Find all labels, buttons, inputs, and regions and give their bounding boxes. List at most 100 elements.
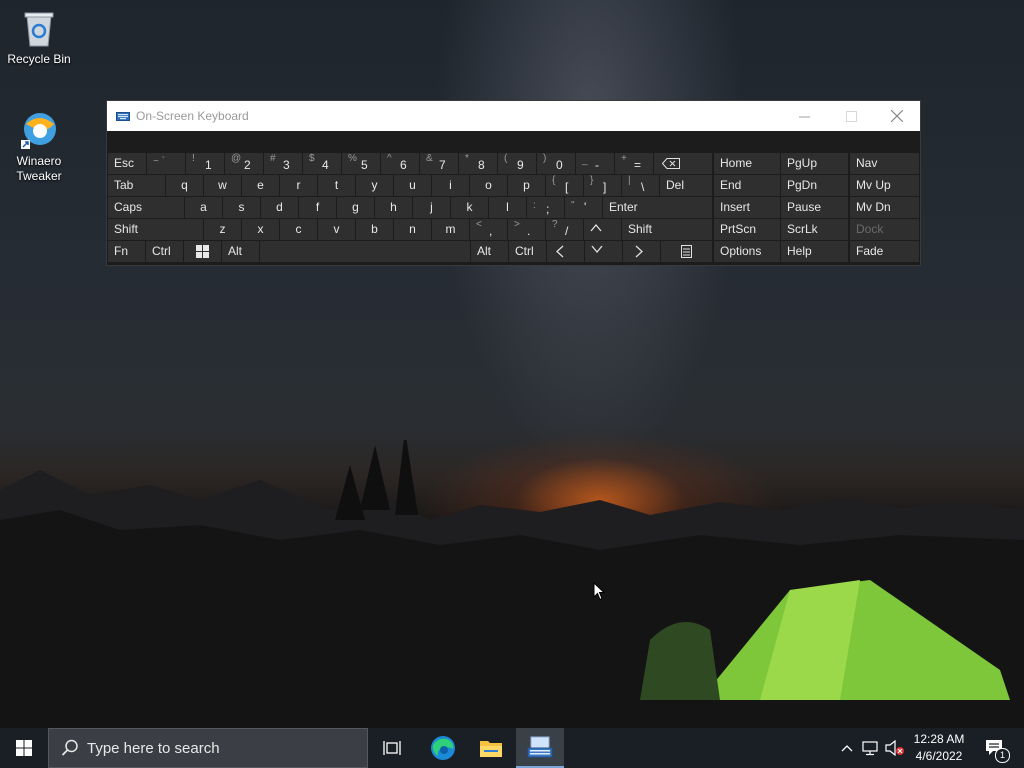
key-0[interactable]: ) 0 [537,153,575,174]
key-3[interactable]: #3 [264,153,302,174]
recycle-bin-shortcut[interactable]: Recycle Bin [4,8,74,67]
key-d[interactable]: d [261,197,298,218]
key-pgdn[interactable]: PgDn [781,175,848,196]
osk-titlebar[interactable]: On-Screen Keyboard [107,101,920,131]
key-v[interactable]: v [318,219,355,240]
taskbar-search-box[interactable]: Type here to search [48,728,368,768]
key-b[interactable]: b [356,219,393,240]
key-backslash[interactable]: | \ [622,175,659,196]
key-n[interactable]: n [394,219,431,240]
system-clock[interactable]: 12:28 AM 4/6/2022 [906,731,972,765]
key-a[interactable]: a [185,197,222,218]
key-r[interactable]: r [280,175,317,196]
key-e[interactable]: e [242,175,279,196]
key-c[interactable]: c [280,219,317,240]
key-semicolon[interactable]: :; [527,197,564,218]
key-fade[interactable]: Fade [850,241,919,262]
key-minus[interactable]: _ - [576,153,614,174]
start-button[interactable] [0,728,48,768]
key-arrow-left[interactable] [547,241,584,262]
key-w[interactable]: w [204,175,241,196]
key-options[interactable]: Options [714,241,780,262]
key-nav[interactable]: Nav [850,153,919,174]
key-equals[interactable]: + = [615,153,653,174]
maximize-button[interactable] [828,101,874,131]
key-prtscn[interactable]: PrtScn [714,219,780,240]
key-6[interactable]: ^ 6 [381,153,419,174]
close-button[interactable] [874,101,920,131]
key-2[interactable]: @2 [225,153,263,174]
key-comma[interactable]: <, [470,219,507,240]
key-t[interactable]: t [318,175,355,196]
key-slash[interactable]: ? / [546,219,583,240]
edge-taskbar-button[interactable] [419,728,467,768]
osk-taskbar-button[interactable] [516,728,564,768]
key-move-down[interactable]: Mv Dn [850,197,919,218]
notification-count-badge: 1 [995,748,1010,763]
action-center-button[interactable]: 1 [980,728,1010,768]
winaero-tweaker-shortcut[interactable]: Winaero Tweaker [4,110,74,184]
key-tilde[interactable]: ~ ` [147,153,185,174]
key-end[interactable]: End [714,175,780,196]
key-l[interactable]: l [489,197,526,218]
key-pgup[interactable]: PgUp [781,153,848,174]
key-arrow-right[interactable] [623,241,660,262]
key-x[interactable]: x [242,219,279,240]
key-period[interactable]: >. [508,219,545,240]
key-g[interactable]: g [337,197,374,218]
key-f[interactable]: f [299,197,336,218]
key-arrow-down[interactable] [585,241,622,262]
key-shift-left[interactable]: Shift [108,219,203,240]
key-p[interactable]: p [508,175,545,196]
key-menu[interactable] [661,241,712,262]
key-7[interactable]: & 7 [420,153,458,174]
key-enter[interactable]: Enter [603,197,712,218]
key-1[interactable]: ! 1 [186,153,224,174]
key-j[interactable]: j [413,197,450,218]
key-m[interactable]: m [432,219,469,240]
key-alt-left[interactable]: Alt [222,241,259,262]
minimize-button[interactable] [781,101,827,131]
key-caps[interactable]: Caps [108,197,184,218]
key-help[interactable]: Help [781,241,848,262]
key-i[interactable]: i [432,175,469,196]
key-insert[interactable]: Insert [714,197,780,218]
key-8[interactable]: * 8 [459,153,497,174]
key-z[interactable]: z [204,219,241,240]
file-explorer-taskbar-button[interactable] [467,728,515,768]
key-windows[interactable] [184,241,221,262]
key-move-up[interactable]: Mv Up [850,175,919,196]
key-quote[interactable]: " ' [565,197,602,218]
key-k[interactable]: k [451,197,488,218]
key-backspace[interactable] [654,153,712,174]
key-q[interactable]: q [166,175,203,196]
key-esc[interactable]: Esc [108,153,146,174]
key-shift-right[interactable]: Shift [622,219,712,240]
key-y[interactable]: y [356,175,393,196]
key-del[interactable]: Del [660,175,712,196]
key-h[interactable]: h [375,197,412,218]
key-o[interactable]: o [470,175,507,196]
taskbar: Type here to search 12:28 AM 4/6/2022 1 [0,728,1024,768]
key-s[interactable]: s [223,197,260,218]
task-view-button[interactable] [368,728,416,768]
key-arrow-up[interactable] [584,219,621,240]
key-fn[interactable]: Fn [108,241,145,262]
key-bracket-left[interactable]: {[ [546,175,583,196]
key-pause[interactable]: Pause [781,197,848,218]
key-home[interactable]: Home [714,153,780,174]
key-5[interactable]: % 5 [342,153,380,174]
key-ctrl-right[interactable]: Ctrl [509,241,546,262]
key-tab[interactable]: Tab [108,175,165,196]
key-space[interactable] [260,241,470,262]
key-u[interactable]: u [394,175,431,196]
network-status-button[interactable] [860,728,882,768]
key-alt-right[interactable]: Alt [471,241,508,262]
key-ctrl-left[interactable]: Ctrl [146,241,183,262]
key-bracket-right[interactable]: }] [584,175,621,196]
key-4[interactable]: $4 [303,153,341,174]
show-hidden-icons-button[interactable] [836,728,858,768]
volume-button[interactable] [884,728,906,768]
key-9[interactable]: (9 [498,153,536,174]
key-scrlk[interactable]: ScrLk [781,219,848,240]
